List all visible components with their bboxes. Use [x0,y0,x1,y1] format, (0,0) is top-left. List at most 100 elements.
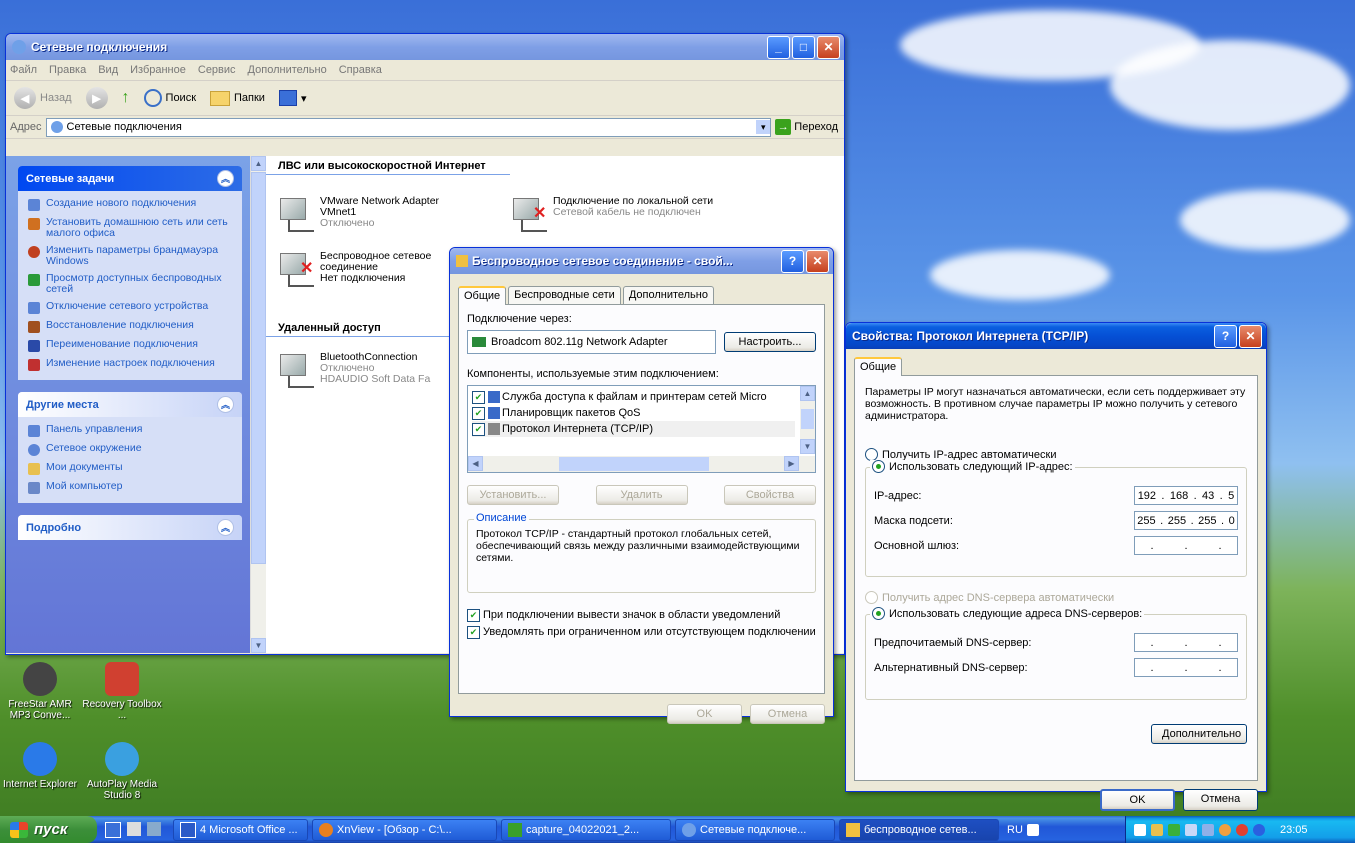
task-disable-device[interactable]: Отключение сетевого устройства [18,298,242,317]
folders-button[interactable]: Папки [206,89,269,108]
place-network-neighborhood[interactable]: Сетевое окружение [18,440,242,459]
tab-wireless-networks[interactable]: Беспроводные сети [508,286,621,304]
connection-vmware[interactable]: VMware Network Adapter VMnet1 Отключено [278,196,460,232]
taskbar-app-xnview[interactable]: XnView - [Обзор - C:\... [312,818,497,841]
ok-button[interactable]: OK [667,704,742,724]
taskbar-app-wireless[interactable]: беспроводное сетев... [839,818,999,841]
ip-address-field[interactable]: 192. 168. 43. 5 [1134,486,1238,505]
show-desktop-icon[interactable] [105,821,121,838]
clock[interactable]: 23:05 [1280,824,1308,836]
components-list[interactable]: ✔ Служба доступа к файлам и принтерам сет… [467,385,816,473]
auto-dns-radio[interactable] [865,591,878,604]
wireless-dialog-titlebar[interactable]: Беспроводное сетевое соединение - свой..… [450,248,833,274]
connection-lan[interactable]: ✕ Подключение по локальной сети Сетевой к… [511,196,723,232]
desktop-icon-autoplay[interactable]: AutoPlay Media Studio 8 [82,742,162,801]
taskbar-app-word[interactable]: 4 Microsoft Office ... [173,818,308,841]
scroll-left-icon[interactable]: ◀ [468,456,483,471]
tab-general[interactable]: Общие [458,286,507,305]
tray-app-icon[interactable] [1151,823,1163,836]
tab-general[interactable]: Общие [854,357,903,376]
menu-edit[interactable]: Правка [49,64,86,76]
other-places-header[interactable]: Другие места ︽ [18,392,242,417]
language-indicator[interactable]: RU [1007,823,1039,836]
go-button[interactable]: → Переход [775,119,844,135]
address-input[interactable]: Сетевые подключения ▾ [45,117,772,137]
minimize-button[interactable]: _ [767,35,790,59]
components-vscrollbar[interactable]: ▲ ▼ [800,386,815,454]
maximize-button[interactable]: □ [792,35,815,59]
manual-dns-option[interactable]: Использовать следующие адреса DNS-сервер… [870,607,1145,620]
place-my-computer[interactable]: Мой компьютер [18,478,242,497]
place-my-documents[interactable]: Мои документы [18,459,242,478]
manual-ip-radio[interactable] [872,460,885,473]
task-create-connection[interactable]: Создание нового подключения [18,195,242,214]
scroll-thumb[interactable] [251,172,266,564]
scroll-right-icon[interactable]: ▶ [784,456,799,471]
help-button[interactable]: ? [781,249,804,273]
tab-advanced[interactable]: Дополнительно [622,286,714,304]
tray-security-icon[interactable] [1236,823,1248,836]
desktop-icon-internet-explorer[interactable]: Internet Explorer [0,742,80,790]
show-icon-option[interactable]: ✔ При подключении вывести значок в област… [467,609,816,622]
connection-wireless[interactable]: ✕ Беспроводное сетевое соединение Нет под… [278,251,460,287]
scroll-down-icon[interactable]: ▼ [251,638,266,653]
tray-app-icon[interactable] [1134,823,1146,836]
configure-button[interactable]: Настроить... [724,332,816,352]
subnet-mask-field[interactable]: 255. 255. 255. 0 [1134,511,1238,530]
component-item[interactable]: ✔ Планировщик пакетов QoS [472,405,795,421]
tray-app-icon[interactable] [1168,823,1180,836]
desktop-icon-recovery-toolbox[interactable]: Recovery Toolbox ... [82,662,162,721]
network-icon[interactable] [147,821,161,836]
ok-button[interactable]: OK [1100,789,1175,811]
collapse-chevron-icon[interactable]: ︽ [217,396,234,413]
scroll-up-icon[interactable]: ▲ [251,156,266,171]
task-pane-scrollbar[interactable]: ▲ ▼ [250,156,266,653]
component-item-selected[interactable]: ✔ Протокол Интернета (TCP/IP) [472,421,795,437]
manual-dns-radio[interactable] [872,607,885,620]
desktop-icon-freestar[interactable]: FreeStar AMR MP3 Conve... [0,662,80,721]
component-checkbox[interactable]: ✔ [472,406,485,420]
task-firewall[interactable]: Изменить параметры брандмауэра Windows [18,242,242,270]
component-checkbox[interactable]: ✔ [472,422,485,436]
network-tasks-header[interactable]: Сетевые задачи ︽ [18,166,242,191]
menu-file[interactable]: Файл [10,64,37,76]
back-button[interactable]: ◀ Назад [10,85,76,111]
forward-button[interactable]: ▶ [82,85,112,111]
start-button[interactable]: пуск [0,816,97,843]
up-folder-button[interactable]: ↑ [118,87,134,109]
tray-network-icon[interactable] [1202,823,1214,836]
tray-app-icon[interactable] [1253,823,1265,836]
tray-volume-icon[interactable] [1219,823,1231,836]
place-control-panel[interactable]: Панель управления [18,421,242,440]
preferred-dns-field[interactable]: ... [1134,633,1238,652]
cancel-button[interactable]: Отмена [1183,789,1258,811]
menu-advanced[interactable]: Дополнительно [248,64,327,76]
close-button[interactable]: ✕ [1239,324,1262,348]
task-rename[interactable]: Переименование подключения [18,336,242,355]
remove-button[interactable]: Удалить [595,485,688,505]
notify-option[interactable]: ✔ Уведомлять при ограниченном или отсутст… [467,626,816,639]
task-repair[interactable]: Восстановление подключения [18,317,242,336]
close-button[interactable]: ✕ [806,249,829,273]
notify-checkbox[interactable]: ✔ [467,626,480,639]
task-change-settings[interactable]: Изменение настроек подключения [18,355,242,374]
component-item[interactable]: ✔ Служба доступа к файлам и принтерам сет… [472,389,795,405]
properties-button[interactable]: Свойства [724,485,816,505]
details-header[interactable]: Подробно ︽ [18,515,242,540]
task-wireless-networks[interactable]: Просмотр доступных беспроводных сетей [18,270,242,298]
dropdown-arrow-icon[interactable]: ▾ [756,120,771,134]
component-checkbox[interactable]: ✔ [472,390,485,404]
advanced-button[interactable]: Дополнительно [1151,724,1247,744]
menu-tools[interactable]: Сервис [198,64,236,76]
components-hscrollbar[interactable]: ◀ ▶ [468,456,815,472]
alternate-dns-field[interactable]: ... [1134,658,1238,677]
collapse-chevron-icon[interactable]: ︽ [217,170,234,187]
gateway-field[interactable]: ... [1134,536,1238,555]
views-button[interactable]: ▾ [275,88,311,108]
taskbar-app-capture[interactable]: capture_04022021_2... [501,818,671,841]
menu-help[interactable]: Справка [339,64,382,76]
search-button[interactable]: Поиск [140,87,200,109]
connection-bluetooth[interactable]: BluetoothConnection Отключено HDAUDIO Soft… [278,352,430,388]
tray-app-icon[interactable] [1185,823,1197,836]
notepad-icon[interactable] [127,821,141,836]
